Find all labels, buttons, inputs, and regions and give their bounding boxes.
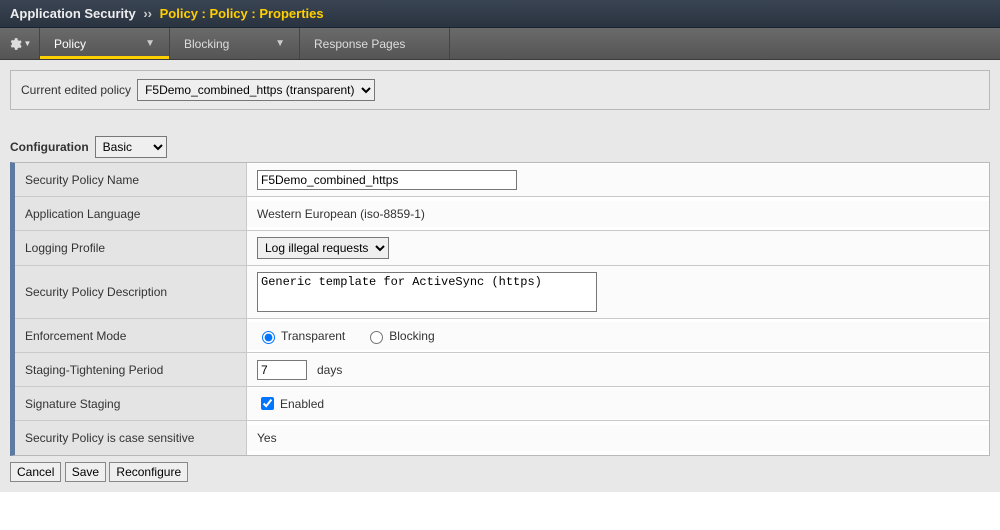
configuration-select[interactable]: Basic <box>95 136 167 158</box>
logging-profile-select[interactable]: Log illegal requests <box>257 237 389 259</box>
app-root: Application Security ›› Policy : Policy … <box>0 0 1000 492</box>
signature-staging-label: Signature Staging <box>15 387 247 420</box>
breadcrumb-section: Application Security <box>10 6 136 21</box>
current-policy-label: Current edited policy <box>21 83 131 97</box>
policy-description-textarea[interactable] <box>257 272 597 312</box>
row-enforcement-mode: Enforcement Mode Transparent Blocking <box>15 319 989 353</box>
policy-name-input[interactable] <box>257 170 517 190</box>
staging-period-unit: days <box>317 363 342 377</box>
tab-blocking[interactable]: Blocking ▼ <box>170 28 300 59</box>
configuration-row: Configuration Basic <box>10 136 990 158</box>
current-policy-strip: Current edited policy F5Demo_combined_ht… <box>10 70 990 110</box>
row-signature-staging: Signature Staging Enabled <box>15 387 989 421</box>
row-app-language: Application Language Western European (i… <box>15 197 989 231</box>
row-policy-name: Security Policy Name <box>15 163 989 197</box>
breadcrumb-separator: ›› <box>143 6 152 21</box>
row-staging-period: Staging-Tightening Period days <box>15 353 989 387</box>
signature-staging-text: Enabled <box>280 397 324 411</box>
enforcement-blocking-text: Blocking <box>389 329 434 343</box>
policy-name-label: Security Policy Name <box>15 163 247 196</box>
row-logging-profile: Logging Profile Log illegal requests <box>15 231 989 266</box>
configuration-label: Configuration <box>10 140 89 154</box>
signature-staging-checkbox[interactable] <box>261 397 274 410</box>
tab-bar: ▼ Policy ▼ Blocking ▼ Response Pages <box>0 28 1000 60</box>
reconfigure-button[interactable]: Reconfigure <box>109 462 188 482</box>
enforcement-transparent-text: Transparent <box>281 329 345 343</box>
settings-menu-button[interactable]: ▼ <box>0 28 40 59</box>
tab-policy[interactable]: Policy ▼ <box>40 28 170 59</box>
policy-description-label: Security Policy Description <box>15 266 247 318</box>
tab-label: Policy <box>54 37 86 51</box>
tab-response-pages[interactable]: Response Pages <box>300 28 450 59</box>
breadcrumb-sub: Policy : Policy : Properties <box>160 6 324 21</box>
current-policy-select[interactable]: F5Demo_combined_https (transparent) <box>137 79 375 101</box>
enforcement-mode-label: Enforcement Mode <box>15 319 247 352</box>
enforcement-transparent-radio[interactable] <box>262 331 275 344</box>
tab-label: Response Pages <box>314 37 405 51</box>
chevron-down-icon: ▼ <box>145 38 155 49</box>
breadcrumb: Application Security ›› Policy : Policy … <box>0 0 1000 28</box>
case-sensitive-value: Yes <box>257 431 277 445</box>
staging-period-label: Staging-Tightening Period <box>15 353 247 386</box>
save-button[interactable]: Save <box>65 462 106 482</box>
app-language-label: Application Language <box>15 197 247 230</box>
properties-grid: Security Policy Name Application Languag… <box>10 162 990 456</box>
row-policy-description: Security Policy Description <box>15 266 989 319</box>
row-case-sensitive: Security Policy is case sensitive Yes <box>15 421 989 455</box>
case-sensitive-label: Security Policy is case sensitive <box>15 421 247 455</box>
logging-profile-label: Logging Profile <box>15 231 247 265</box>
action-buttons: Cancel Save Reconfigure <box>10 456 990 482</box>
content-area: Current edited policy F5Demo_combined_ht… <box>0 60 1000 492</box>
enforcement-blocking-radio[interactable] <box>370 331 383 344</box>
enforcement-blocking-option[interactable]: Blocking <box>365 328 434 344</box>
enforcement-transparent-option[interactable]: Transparent <box>257 328 345 344</box>
cancel-button[interactable]: Cancel <box>10 462 61 482</box>
tab-label: Blocking <box>184 37 229 51</box>
app-language-value: Western European (iso-8859-1) <box>257 207 425 221</box>
chevron-down-icon: ▼ <box>275 38 285 49</box>
staging-period-input[interactable] <box>257 360 307 380</box>
signature-staging-option[interactable]: Enabled <box>257 394 324 413</box>
chevron-down-icon: ▼ <box>24 39 32 48</box>
gear-icon <box>8 37 22 51</box>
